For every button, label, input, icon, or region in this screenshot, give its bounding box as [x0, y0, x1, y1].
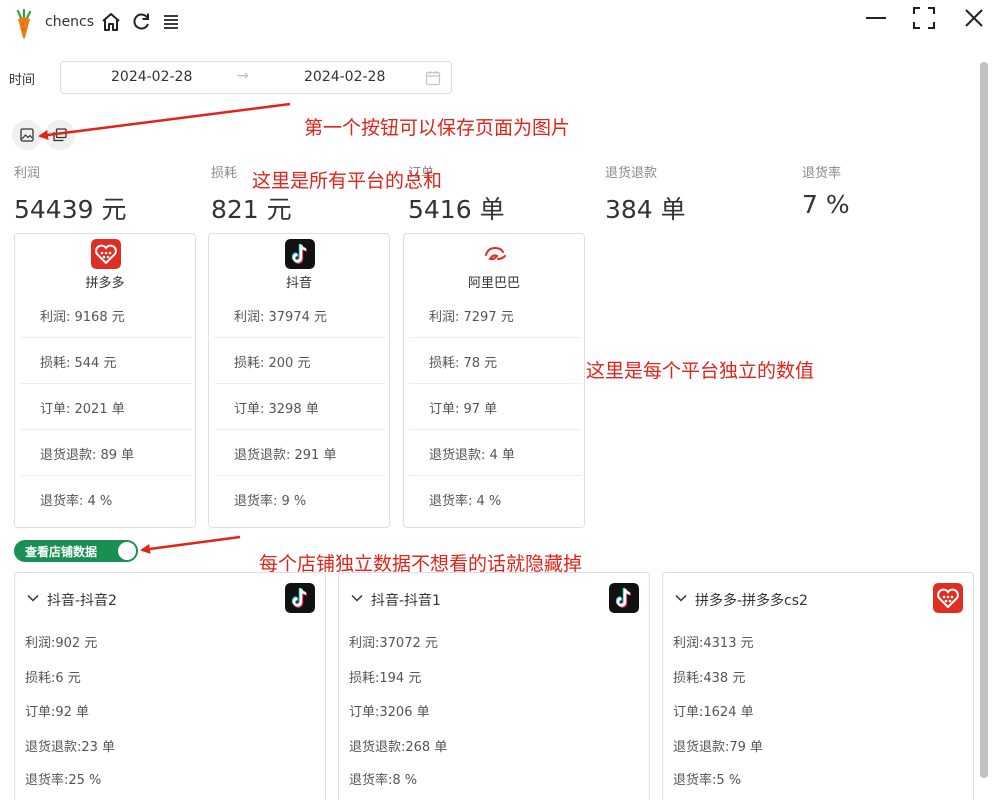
copy-image-button[interactable]	[45, 120, 75, 150]
home-icon[interactable]	[100, 11, 122, 33]
shop-row-loss: 损耗:438 元	[673, 671, 746, 686]
date-start-input[interactable]: 2024-02-28	[111, 69, 192, 85]
platform-card-pinduoduo: 拼多多 利润: 9168 元 损耗: 544 元 订单: 2021 单 退货退款…	[14, 233, 196, 528]
annotation-arrow-toggle	[140, 535, 241, 554]
shop-row-refunds: 退货退款:23 单	[25, 740, 116, 755]
platform-row-return-rate: 退货率: 4 %	[40, 494, 113, 509]
shop-name: 抖音-抖音1	[371, 593, 441, 609]
shop-name: 抖音-抖音2	[47, 593, 117, 609]
date-range-picker[interactable]: 2024-02-28 → 2024-02-28	[60, 61, 452, 94]
save-image-button[interactable]	[12, 120, 42, 150]
stat-label: 退货退款	[605, 166, 658, 181]
platform-card-douyin: 抖音 利润: 37974 元 损耗: 200 元 订单: 3298 单 退货退款…	[208, 233, 390, 528]
calendar-icon	[425, 71, 441, 86]
platform-row-orders: 订单: 97 单	[409, 384, 581, 430]
shop-row-orders: 订单:1624 单	[673, 705, 754, 720]
shop-card-pinduoduo-cs2: 拼多多-拼多多cs2 利润:4313 元 损耗:438 元 订单:1624 单 …	[662, 572, 974, 800]
menu-icon[interactable]	[160, 11, 182, 33]
toggle-label: 查看店铺数据	[25, 545, 98, 559]
stat-value: 821 元	[211, 195, 292, 224]
shop-card-douyin-2: 抖音-抖音2 利润:902 元 损耗:6 元 订单:92 单 退货退款:23 单…	[14, 572, 326, 800]
show-shop-data-toggle[interactable]: 查看店铺数据	[14, 540, 138, 562]
maximize-icon[interactable]	[910, 6, 938, 30]
shop-row-profit: 利润:4313 元	[673, 636, 754, 651]
annotation-save-note: 第一个按钮可以保存页面为图片	[304, 117, 571, 139]
platform-row-loss: 损耗: 544 元	[20, 338, 192, 384]
platform-name: 阿里巴巴	[467, 276, 520, 291]
vertical-scrollbar[interactable]	[980, 62, 988, 778]
shop-name: 拼多多-拼多多cs2	[695, 593, 808, 609]
stat-label: 利润	[14, 166, 41, 181]
shop-row-return-rate: 退货率:8 %	[349, 773, 418, 788]
copy-icon	[53, 128, 67, 142]
stat-value: 5416 单	[408, 195, 505, 224]
close-icon[interactable]	[960, 6, 988, 30]
platform-row-profit: 利润: 9168 元	[20, 292, 192, 338]
title-bar: chencs	[0, 0, 1000, 46]
annotation-arrow-save	[38, 102, 291, 140]
time-label: 时间	[9, 73, 36, 88]
toggle-knob	[118, 542, 136, 560]
douyin-logo-icon	[609, 583, 639, 613]
platform-name: 抖音	[285, 276, 312, 291]
platform-row-orders: 订单: 2021 单	[20, 384, 192, 430]
annotation-summary-note: 这里是所有平台的总和	[252, 170, 443, 192]
platform-row-refunds: 退货退款: 291 单	[214, 430, 386, 476]
stat-value: 7 %	[802, 190, 850, 219]
platform-row-profit: 利润: 37974 元	[214, 292, 386, 338]
pinduoduo-logo-icon	[933, 583, 963, 613]
pinduoduo-logo-icon	[91, 239, 121, 269]
alibaba-logo-icon	[485, 246, 506, 261]
stat-value: 54439 元	[14, 195, 127, 224]
shop-row-return-rate: 退货率:5 %	[673, 773, 742, 788]
shop-row-profit: 利润:37072 元	[349, 636, 438, 651]
platform-row-loss: 损耗: 78 元	[409, 338, 581, 384]
date-end-input[interactable]: 2024-02-28	[304, 69, 385, 85]
annotation-platform-note: 这里是每个平台独立的数值	[586, 360, 815, 382]
shop-row-refunds: 退货退款:268 单	[349, 740, 448, 755]
shop-row-orders: 订单:3206 单	[349, 705, 430, 720]
refresh-icon[interactable]	[130, 11, 152, 33]
platform-card-alibaba: 阿里巴巴 利润: 7297 元 损耗: 78 元 订单: 97 单 退货退款: …	[403, 233, 585, 528]
stat-value: 384 单	[605, 195, 686, 224]
chevron-down-icon[interactable]	[27, 593, 39, 603]
chevron-down-icon[interactable]	[675, 593, 687, 603]
platform-row-refunds: 退货退款: 4 单	[409, 430, 581, 476]
platform-row-orders: 订单: 3298 单	[214, 384, 386, 430]
shop-row-refunds: 退货退款:79 单	[673, 740, 764, 755]
minimize-icon[interactable]	[862, 6, 890, 30]
stat-label: 退货率	[802, 166, 842, 181]
shop-card-douyin-1: 抖音-抖音1 利润:37072 元 损耗:194 元 订单:3206 单 退货退…	[338, 572, 650, 800]
shop-row-loss: 损耗:6 元	[25, 671, 81, 686]
shop-row-return-rate: 退货率:25 %	[25, 773, 102, 788]
annotation-toggle-note: 每个店铺独立数据不想看的话就隐藏掉	[259, 553, 583, 575]
platform-row-return-rate: 退货率: 9 %	[234, 494, 307, 509]
summary-profit: 利润 54439 元	[14, 162, 126, 226]
platform-name: 拼多多	[85, 276, 125, 291]
platform-row-loss: 损耗: 200 元	[214, 338, 386, 384]
chevron-down-icon[interactable]	[351, 593, 363, 603]
carrot-logo-icon	[16, 9, 32, 39]
douyin-logo-icon	[285, 239, 315, 269]
douyin-logo-icon	[285, 583, 315, 613]
summary-refunds: 退货退款 384 单	[605, 162, 686, 226]
date-separator-icon: →	[237, 68, 249, 84]
image-icon	[20, 128, 34, 142]
summary-return-rate: 退货率 7 %	[802, 162, 850, 219]
platform-row-profit: 利润: 7297 元	[409, 292, 581, 338]
shop-row-loss: 损耗:194 元	[349, 671, 422, 686]
platform-row-refunds: 退货退款: 89 单	[20, 430, 192, 476]
shop-row-profit: 利润:902 元	[25, 636, 98, 651]
platform-row-return-rate: 退货率: 4 %	[429, 494, 502, 509]
shop-row-orders: 订单:92 单	[25, 705, 90, 720]
app-name: chencs	[45, 14, 95, 30]
